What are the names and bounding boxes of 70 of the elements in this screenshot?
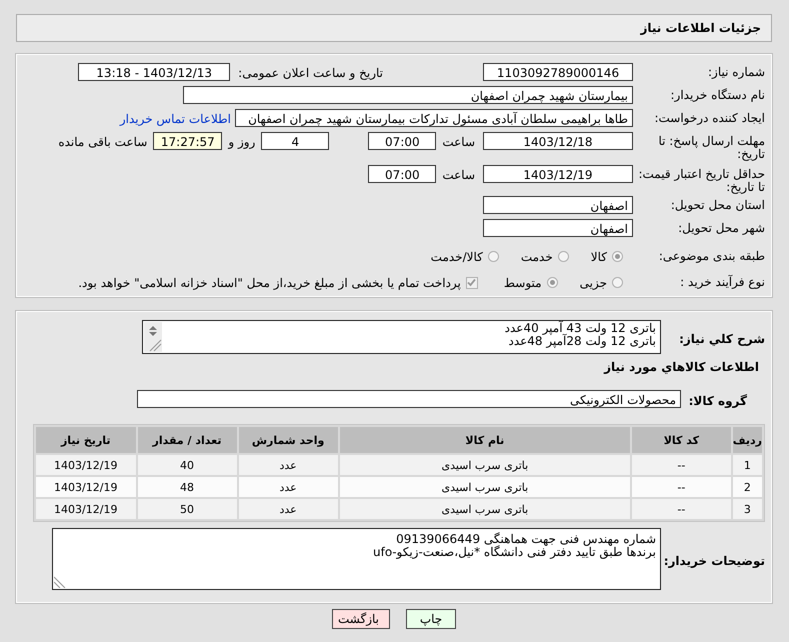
- page-header: جزئیات اطلاعات نیاز: [16, 14, 772, 42]
- table-cell: باتری سرب اسیدی: [340, 455, 630, 475]
- field-label: شرح کلي نياز:: [678, 330, 765, 346]
- field-label: استان محل تحویل:: [670, 197, 765, 212]
- scroll-arrows-icon[interactable]: [144, 322, 162, 352]
- city-field: اصفهان: [483, 219, 633, 237]
- field-label: ساعت: [442, 134, 475, 149]
- table-cell: 3: [732, 499, 762, 519]
- buyer-notes-field[interactable]: شماره مهندس فنی جهت هماهنگی 09139066449 برندها طبق تایید دفتر فنی دانشگاه *نیل،صنعت-زیکو-ufo: [52, 528, 661, 590]
- radio-option[interactable]: جزیی: [580, 272, 623, 290]
- field-label: توضیحات خریدار:: [662, 552, 765, 568]
- time-field: 07:00: [368, 165, 436, 183]
- column-header: نام کالا: [340, 427, 630, 453]
- column-header: تاریخ نیاز: [36, 427, 136, 453]
- table-cell: 40: [138, 455, 237, 475]
- field-label: طبقه بندی موضوعی:: [658, 248, 765, 263]
- table-cell: عدد: [238, 477, 338, 497]
- date-field: 1403/12/19: [483, 165, 633, 183]
- payment-note: پرداخت تمام یا بخشی از مبلغ خرید،از محل "اسناد خزانه اسلامی" خواهد بود.: [78, 276, 461, 290]
- table-cell: 48: [138, 477, 237, 497]
- column-header: واحد شمارش: [238, 427, 338, 453]
- time-field: 07:00: [368, 132, 436, 150]
- field-label: شماره نیاز:: [707, 64, 765, 79]
- field-label: ساعت باقی مانده: [58, 134, 148, 149]
- table-cell: 1403/12/19: [36, 477, 136, 497]
- table-cell: 2: [732, 477, 762, 497]
- table-cell: عدد: [238, 455, 338, 475]
- radio-option[interactable]: کالا/خدمت: [430, 246, 499, 264]
- table-cell: عدد: [238, 499, 338, 519]
- remaining-time-field: 17:27:57: [153, 132, 222, 150]
- field-label: ساعت: [442, 167, 475, 182]
- table-cell: 1403/12/19: [36, 455, 136, 475]
- radio-option[interactable]: خدمت: [520, 246, 569, 264]
- buyer-name-field: بیمارستان شهید چمران اصفهان: [183, 86, 633, 104]
- description-field[interactable]: باتری 12 ولت 43 آمپر 40عدد باتری 12 ولت 28آمپر 48عدد: [142, 320, 661, 354]
- table-cell: --: [632, 455, 731, 475]
- contact-link[interactable]: اطلاعات تماس خریدار: [120, 109, 231, 126]
- column-header: تعداد / مقدار: [138, 427, 237, 453]
- checkbox[interactable]: [466, 276, 478, 288]
- date-field: 1403/12/18: [483, 132, 633, 150]
- radio-option[interactable]: کالا: [590, 246, 623, 264]
- column-header: کد کالا: [632, 427, 731, 453]
- field-label: نام دستگاه خریدار:: [670, 87, 765, 102]
- field-label: نوع فرآیند خرید :: [679, 274, 765, 289]
- announce-date-field: 1403/12/13 - 13:18: [78, 63, 230, 81]
- table-cell: 1403/12/19: [36, 499, 136, 519]
- field-label: ایجاد کننده درخواست:: [653, 110, 765, 125]
- table-cell: --: [632, 499, 731, 519]
- table-cell: --: [632, 477, 731, 497]
- field-label: شهر محل تحویل:: [677, 220, 765, 235]
- table-cell: 1: [732, 455, 762, 475]
- table-cell: باتری سرب اسیدی: [340, 499, 630, 519]
- requester-field: طاها براهیمی سلطان آبادی مسئول تدارکات بیمارستان شهید چمران اصفهان: [235, 109, 633, 127]
- field-label: مهلت ارسال پاسخ: تا تاریخ:: [657, 133, 765, 161]
- province-field: اصفهان: [483, 196, 633, 214]
- column-header: ردیف: [732, 427, 762, 453]
- print-button[interactable]: چاپ: [406, 609, 456, 629]
- section-title: اطلاعات کالاهاي مورد نياز: [602, 360, 759, 374]
- back-button[interactable]: بازگشت: [332, 609, 390, 629]
- days-field: 4: [261, 132, 330, 150]
- field-label: حداقل تاریخ اعتبار قیمت: تا تاریخ:: [637, 166, 765, 194]
- resize-grip-icon[interactable]: [54, 576, 66, 588]
- field-label: گروه کالا:: [688, 392, 748, 408]
- radio-option[interactable]: متوسط: [504, 272, 558, 290]
- field-label: روز و: [228, 134, 256, 149]
- table-cell: 50: [138, 499, 237, 519]
- table-cell: باتری سرب اسیدی: [340, 477, 630, 497]
- need-number-field: 1103092789000146: [483, 63, 633, 81]
- field-label: تاریخ و ساعت اعلان عمومی:: [238, 65, 383, 80]
- goods-group-field: محصولات الکترونیکی: [137, 390, 681, 408]
